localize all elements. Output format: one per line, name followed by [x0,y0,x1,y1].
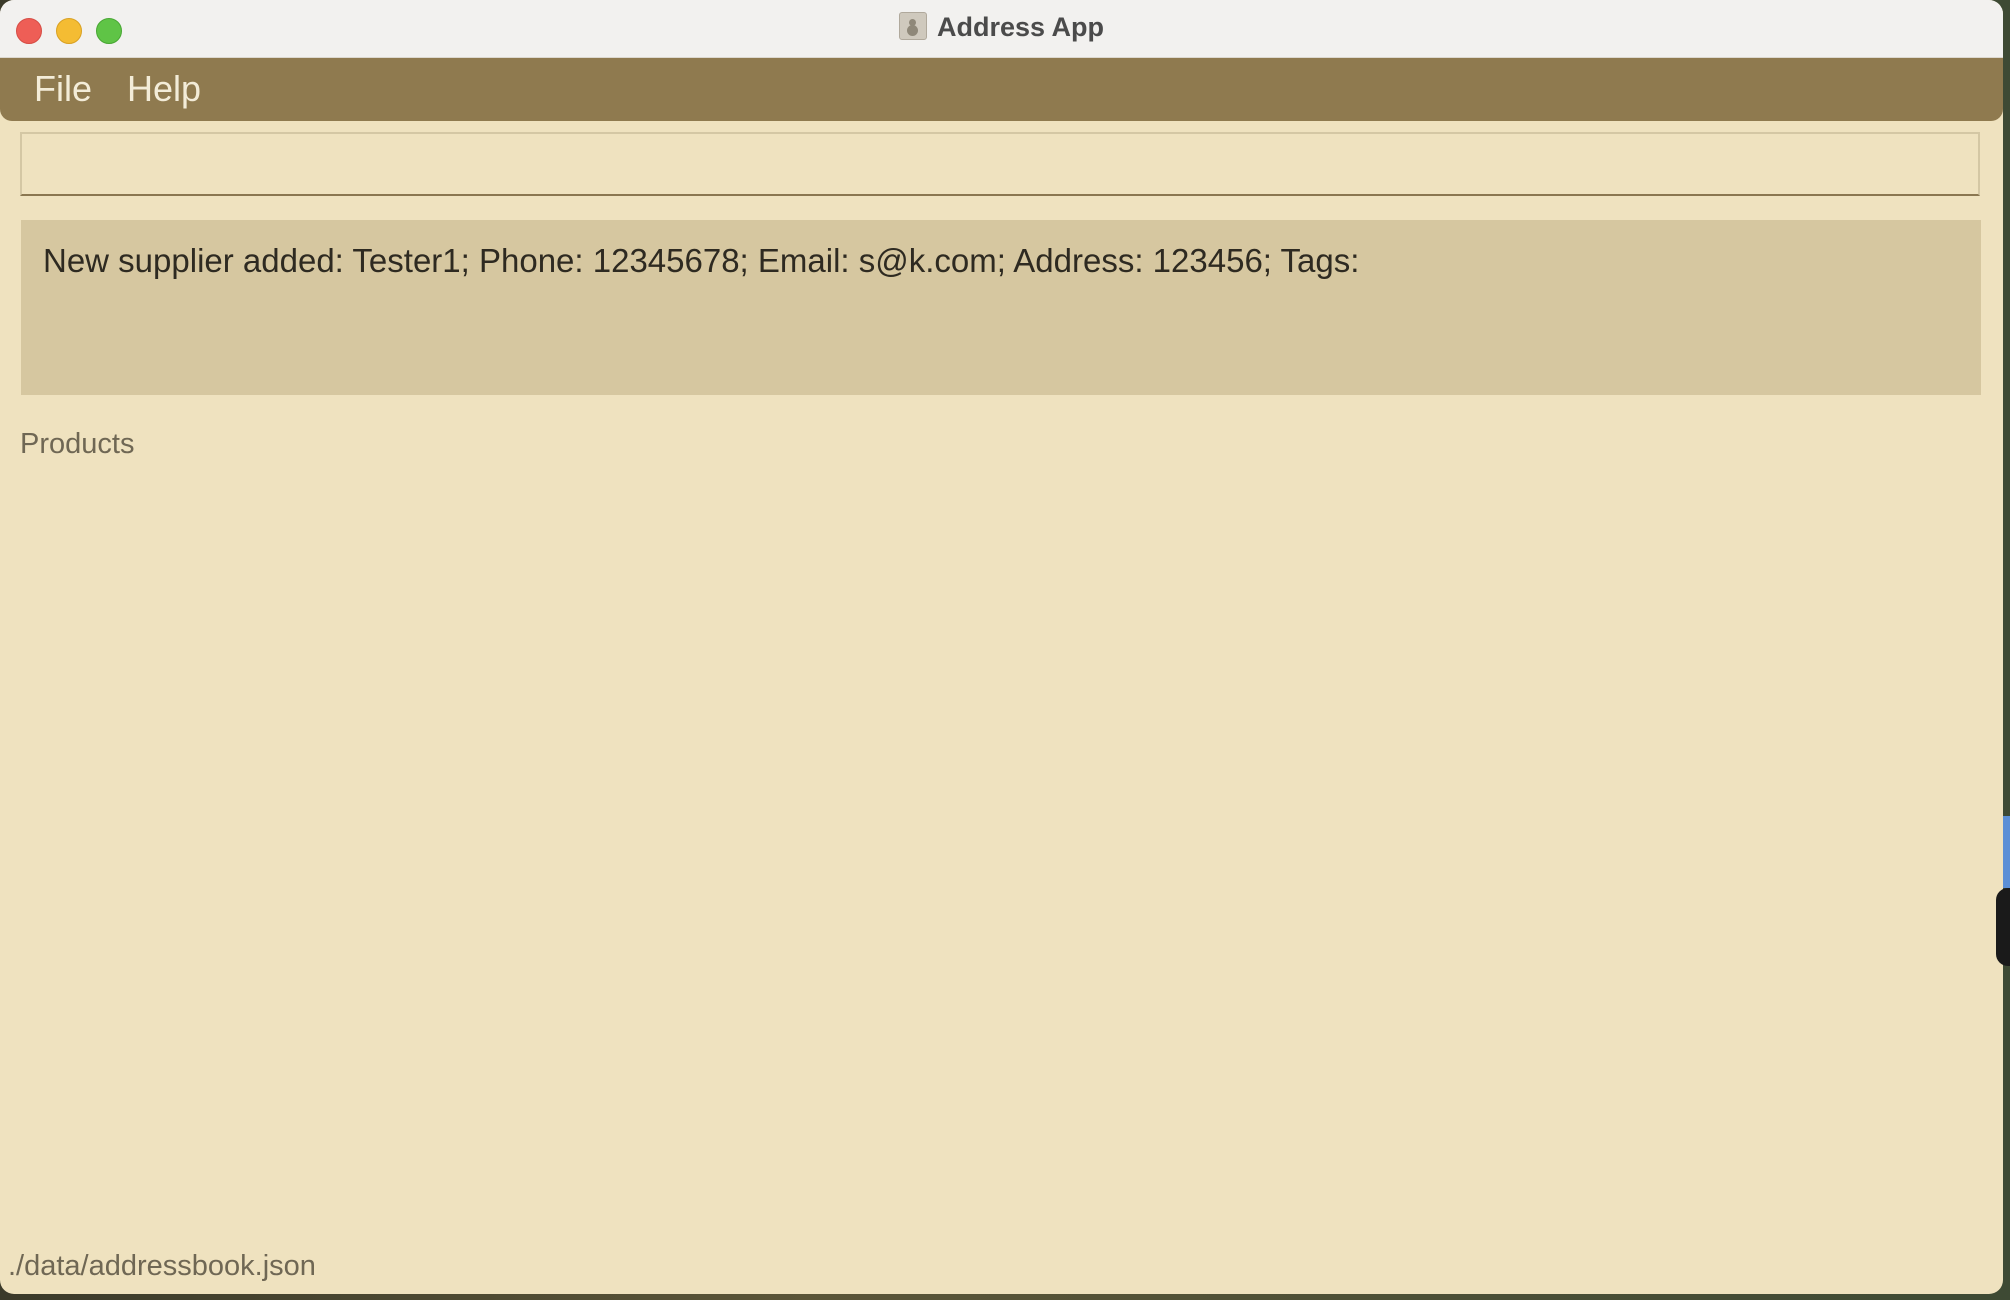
menu-file[interactable]: File [34,68,92,110]
result-message: New supplier added: Tester1; Phone: 1234… [43,242,1360,279]
side-handle[interactable] [1996,888,2010,966]
result-display: New supplier added: Tester1; Phone: 1234… [21,220,1981,395]
menu-help[interactable]: Help [127,68,201,110]
desktop-window-edge [2003,816,2010,888]
window-title-group: Address App [0,12,2003,43]
title-bar[interactable]: Address App [0,0,2003,58]
command-box [20,132,1980,196]
status-bar-file-path: ./data/addressbook.json [8,1250,316,1282]
window-title: Address App [936,12,1105,42]
menu-bar: File Help [0,58,2003,121]
products-list-label: Products [20,428,135,460]
app-window: Address App File Help New supplier added… [0,0,2003,1294]
address-book-icon [898,12,927,40]
command-input[interactable] [22,134,1978,194]
